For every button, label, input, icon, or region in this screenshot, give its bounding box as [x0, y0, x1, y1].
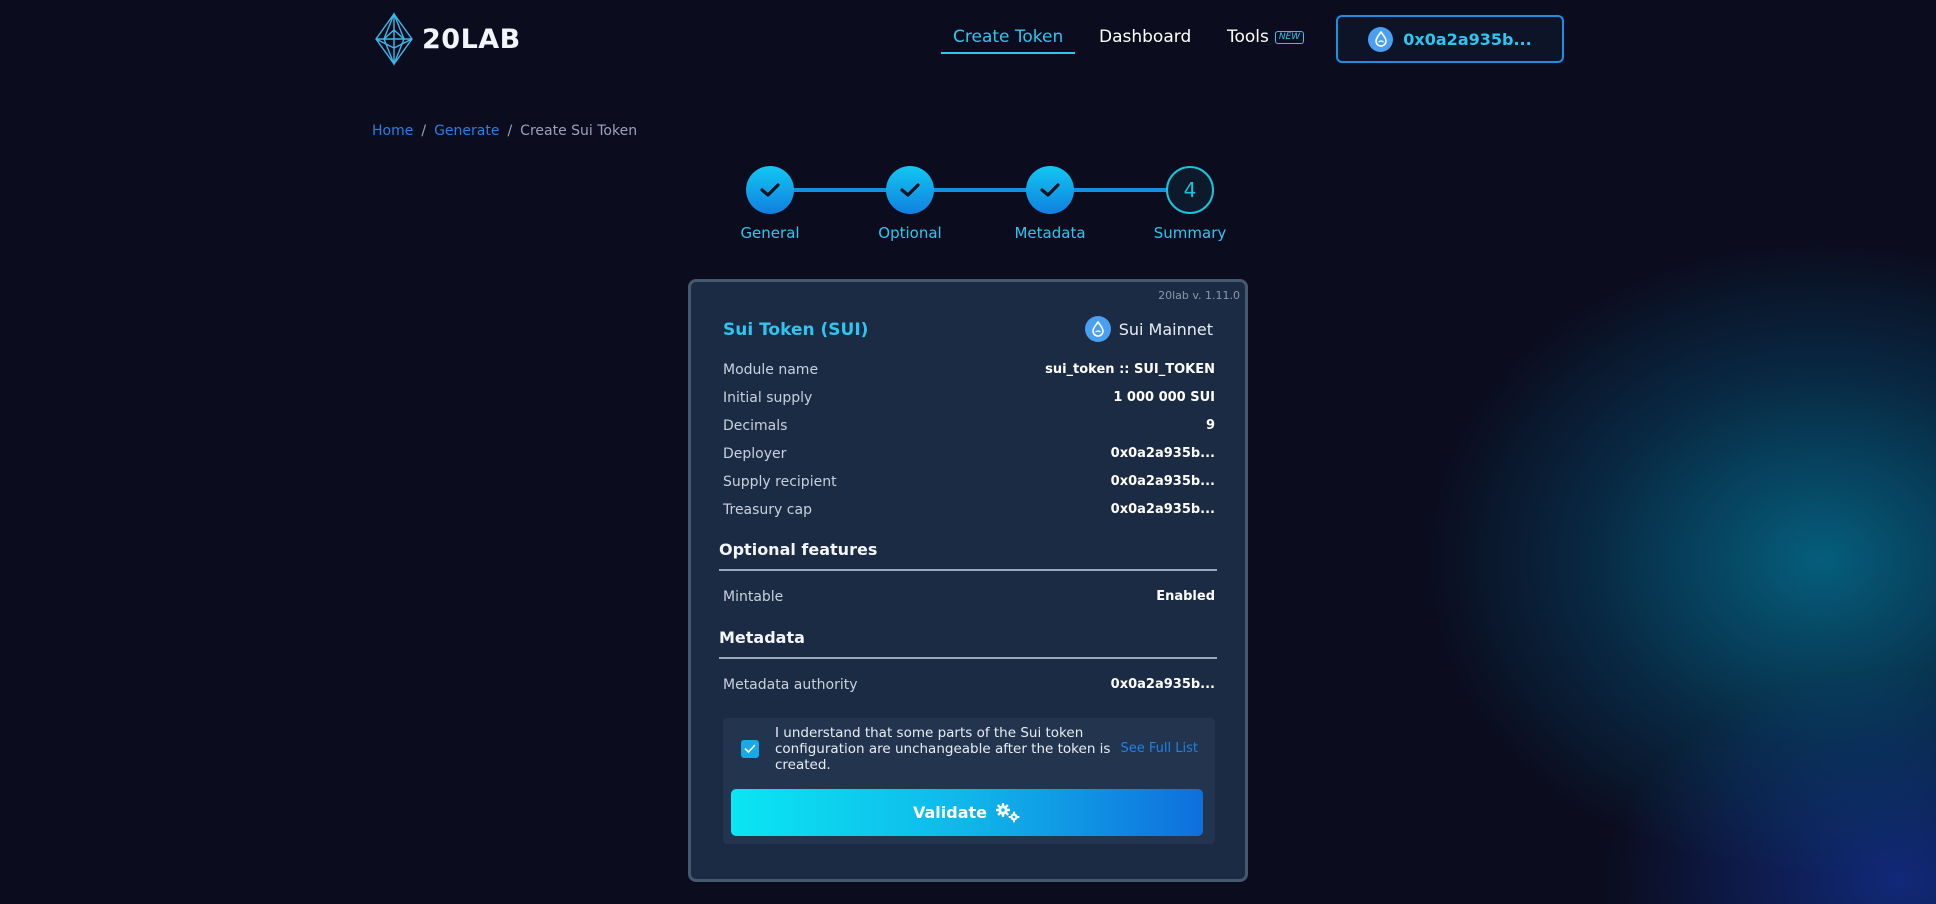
row-key: Initial supply [723, 390, 813, 406]
header: 20LAB Create Token Dashboard Tools NEW 0x… [0, 0, 1936, 78]
step-number: 4 [1183, 178, 1197, 202]
summary-card: 20lab v. 1.11.0 Sui Token (SUI) Sui Main… [688, 279, 1248, 882]
step-complete-circle [746, 166, 794, 214]
validate-button[interactable]: Validate [731, 789, 1203, 836]
sui-logo-icon [1368, 26, 1394, 52]
summary-row-mintable: Mintable Enabled [723, 589, 1215, 609]
row-value: sui_token :: SUI_TOKEN [1045, 362, 1215, 377]
row-value: Enabled [1156, 589, 1215, 604]
summary-row-treasury-cap: Treasury cap 0x0a2a935b... [723, 502, 1215, 522]
row-key: Mintable [723, 589, 784, 605]
step-current-circle: 4 [1166, 166, 1214, 214]
breadcrumb-generate[interactable]: Generate [434, 123, 499, 139]
section-divider [719, 657, 1217, 659]
row-value: 1 000 000 SUI [1113, 390, 1215, 405]
summary-row-decimals: Decimals 9 [723, 418, 1215, 438]
breadcrumb: Home / Generate / Create Sui Token [372, 123, 637, 139]
step-general[interactable]: General [700, 164, 840, 242]
logo[interactable]: 20LAB [372, 12, 521, 66]
step-label: Metadata [1014, 224, 1086, 242]
network-name: Sui Mainnet [1118, 319, 1213, 339]
step-label: Summary [1153, 224, 1227, 242]
breadcrumb-current: Create Sui Token [520, 123, 638, 139]
network-indicator: Sui Mainnet [1084, 316, 1213, 342]
nav-create-token[interactable]: Create Token [941, 24, 1076, 54]
row-key: Supply recipient [723, 474, 837, 490]
row-value: 0x0a2a935b... [1110, 677, 1215, 692]
row-value: 0x0a2a935b... [1110, 474, 1215, 489]
see-full-list-link[interactable]: See Full List [1121, 741, 1198, 756]
consent-text: I understand that some parts of the Sui … [775, 725, 1111, 773]
stepper: General Optional Metadata 4 Summary [700, 164, 1240, 250]
breadcrumb-separator: / [421, 123, 427, 139]
nav-dashboard[interactable]: Dashboard [1099, 24, 1191, 54]
logo-icon [375, 12, 413, 66]
nav-dashboard-label: Dashboard [1099, 27, 1192, 47]
row-key: Deployer [723, 446, 787, 462]
gears-icon [996, 802, 1020, 822]
check-icon [1040, 183, 1060, 197]
version-label: 20lab v. 1.11.0 [1158, 289, 1240, 302]
row-key: Decimals [723, 418, 788, 434]
step-complete-circle [886, 166, 934, 214]
summary-row-metadata-authority: Metadata authority 0x0a2a935b... [723, 677, 1215, 697]
step-metadata[interactable]: Metadata [980, 164, 1120, 242]
row-value: 0x0a2a935b... [1110, 446, 1215, 461]
nav-create-token-label: Create Token [953, 27, 1064, 47]
wallet-address: 0x0a2a935b... [1403, 29, 1532, 49]
optional-features-heading: Optional features [719, 540, 878, 559]
step-label: General [740, 224, 800, 242]
consent-panel: I understand that some parts of the Sui … [723, 718, 1215, 844]
validate-label: Validate [912, 803, 988, 822]
token-title: Sui Token (SUI) [723, 320, 869, 340]
new-badge: NEW [1274, 31, 1305, 44]
step-complete-circle [1026, 166, 1074, 214]
logo-text: 20LAB [422, 23, 521, 55]
wallet-button[interactable]: 0x0a2a935b... [1336, 15, 1564, 63]
step-label: Optional [878, 224, 942, 242]
row-key: Module name [723, 362, 819, 378]
row-value: 0x0a2a935b... [1110, 502, 1215, 517]
summary-row-initial-supply: Initial supply 1 000 000 SUI [723, 390, 1215, 410]
step-optional[interactable]: Optional [840, 164, 980, 242]
breadcrumb-home[interactable]: Home [372, 123, 413, 139]
consent-checkbox[interactable] [741, 740, 759, 758]
row-key: Metadata authority [723, 677, 858, 693]
summary-row-module-name: Module name sui_token :: SUI_TOKEN [723, 362, 1215, 382]
nav-tools[interactable]: Tools NEW [1227, 24, 1305, 54]
checkmark-icon [744, 744, 756, 753]
row-value: 9 [1205, 418, 1215, 433]
check-icon [760, 183, 780, 197]
metadata-heading: Metadata [719, 628, 805, 647]
sui-network-icon [1084, 316, 1111, 342]
nav-tools-label: Tools [1227, 27, 1269, 47]
row-key: Treasury cap [723, 502, 812, 518]
section-divider [719, 569, 1217, 571]
summary-row-supply-recipient: Supply recipient 0x0a2a935b... [723, 474, 1215, 494]
step-summary[interactable]: 4 Summary [1120, 164, 1260, 242]
check-icon [900, 183, 920, 197]
breadcrumb-separator: / [507, 123, 513, 139]
summary-row-deployer: Deployer 0x0a2a935b... [723, 446, 1215, 466]
